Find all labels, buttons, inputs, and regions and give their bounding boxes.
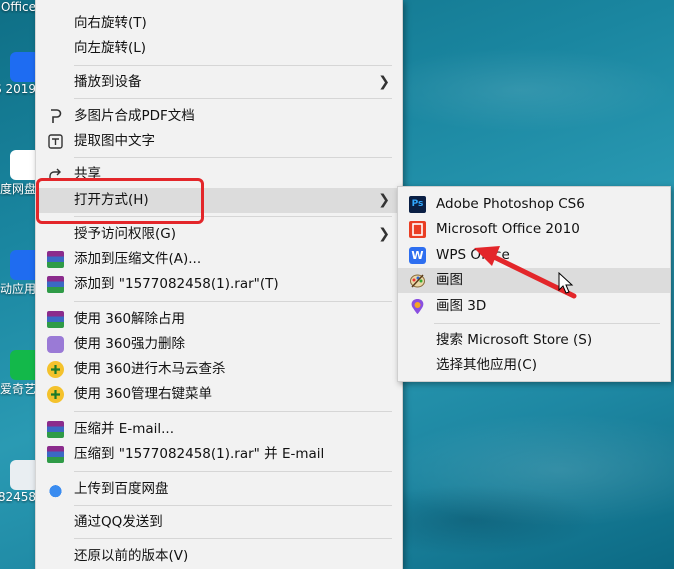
menu-item-add-to-rar[interactable]: 添加到 "1577082458(1).rar"(T) [36,272,402,297]
menu-item-compress-email[interactable]: 压缩并 E-mail... [36,417,402,442]
submenu-item-label: 搜索 Microsoft Store (S) [436,332,593,348]
context-menu: 向右旋转(T) 向左旋转(L) 播放到设备 ❯ 多图片合成PDF文档 提取图中文… [35,0,403,569]
desktop-icon-label: 移动应用 [0,282,36,296]
submenu-item-label: 选择其他应用(C) [436,357,537,373]
menu-item-merge-pdf[interactable]: 多图片合成PDF文档 [36,104,402,129]
menu-item-360-unlock[interactable]: 使用 360解除占用 [36,307,402,332]
menu-item-label: 使用 360强力删除 [74,336,186,352]
winrar-icon [47,421,64,438]
winrar-icon [47,446,64,463]
security-360-icon [47,361,64,378]
winrar-icon [47,251,64,268]
menu-separator [74,157,392,158]
annotation-highlight-box [36,178,204,224]
menu-item-label: 使用 360管理右键菜单 [74,386,213,402]
menu-item-label: 多图片合成PDF文档 [74,108,195,124]
unlock-360-icon [47,311,64,328]
pdf-merge-icon [47,108,64,125]
menu-item-label: 播放到设备 [74,74,142,90]
chevron-right-icon: ❯ [378,192,390,208]
menu-item-label: 向左旋转(L) [74,40,147,56]
menu-item-label: 压缩并 E-mail... [74,421,174,437]
menu-item-grant-access[interactable]: 授予访问权限(G) ❯ [36,222,402,247]
submenu-item-label: 画图 [436,272,463,288]
desktop-icon-label: Microsoft Office [0,0,36,14]
desktop-icon-iqiyi[interactable]: 爱奇艺 [0,350,40,397]
submenu-separator [434,323,660,324]
menu-item-360-manage[interactable]: 使用 360管理右键菜单 [36,382,402,407]
desktop-icon-label: 百度网盘 [0,182,36,196]
menu-item-label: 还原以前的版本(V) [74,548,189,564]
menu-separator [74,538,392,539]
desktop-icon-png-file[interactable]: 1577082458(1).png [0,460,40,504]
submenu-item-label: Microsoft Office 2010 [436,221,580,237]
menu-separator [74,65,392,66]
menu-item-label: 使用 360进行木马云查杀 [74,361,226,377]
menu-item-360-force-delete[interactable]: 使用 360强力删除 [36,332,402,357]
desktop-icon-mobile[interactable]: 移动应用 [0,250,40,297]
security-360-icon [47,386,64,403]
submenu-item-choose-other[interactable]: 选择其他应用(C) [398,353,670,378]
menu-item-label: 添加到 "1577082458(1).rar"(T) [74,276,279,292]
menu-item-label: 授予访问权限(G) [74,226,176,242]
baidu-cloud-icon [47,481,64,498]
paint-icon [409,272,426,289]
shredder-360-icon [47,336,64,353]
menu-separator [74,411,392,412]
menu-item-label: 上传到百度网盘 [74,481,169,497]
extract-text-icon [47,133,64,150]
menu-item-label: 使用 360解除占用 [74,311,186,327]
chevron-right-icon: ❯ [378,74,390,90]
desktop-icon-baidu[interactable]: 百度网盘 [0,150,40,197]
menu-item-cast-to-device[interactable]: 播放到设备 ❯ [36,70,402,95]
mouse-cursor-icon [558,272,574,294]
menu-separator [74,98,392,99]
desktop-icon-office[interactable]: Microsoft Office [0,0,40,14]
menu-item-send-qq[interactable]: 通过QQ发送到 [36,510,402,535]
menu-item-compress-rar-email[interactable]: 压缩到 "1577082458(1).rar" 并 E-mail [36,442,402,467]
submenu-item-photoshop[interactable]: Ps Adobe Photoshop CS6 [398,192,670,217]
menu-item-label: 添加到压缩文件(A)... [74,251,202,267]
menu-item-extract-text[interactable]: 提取图中文字 [36,129,402,154]
paint-3d-icon [409,298,426,315]
menu-separator [74,471,392,472]
submenu-item-search-store[interactable]: 搜索 Microsoft Store (S) [398,328,670,353]
menu-item-upload-baidu[interactable]: 上传到百度网盘 [36,477,402,502]
submenu-item-label: Adobe Photoshop CS6 [436,196,585,212]
photoshop-icon: Ps [409,196,426,213]
wps-office-icon: W [409,247,426,264]
menu-item-restore-versions[interactable]: 还原以前的版本(V) [36,544,402,569]
desktop-icon-label: 爱奇艺 [0,382,36,396]
desktop-icon-label: 1577082458(1).png [0,490,36,504]
menu-item-label: 向右旋转(T) [74,15,147,31]
winrar-icon [47,276,64,293]
desktop-icon-wps[interactable]: WPS 2019 [0,52,40,96]
office-icon [409,221,426,238]
menu-item-label: 提取图中文字 [74,133,155,149]
menu-item-label: 压缩到 "1577082458(1).rar" 并 E-mail [74,446,325,462]
menu-separator [74,505,392,506]
menu-separator [74,301,392,302]
chevron-right-icon: ❯ [378,226,390,242]
desktop-icon-label: WPS 2019 [0,82,36,96]
menu-item-rotate-left[interactable]: 向左旋转(L) [36,36,402,61]
menu-item-label: 通过QQ发送到 [74,514,163,530]
menu-item-add-to-archive[interactable]: 添加到压缩文件(A)... [36,247,402,272]
menu-item-360-scan[interactable]: 使用 360进行木马云查杀 [36,357,402,382]
menu-item-rotate-right[interactable]: 向右旋转(T) [36,11,402,36]
